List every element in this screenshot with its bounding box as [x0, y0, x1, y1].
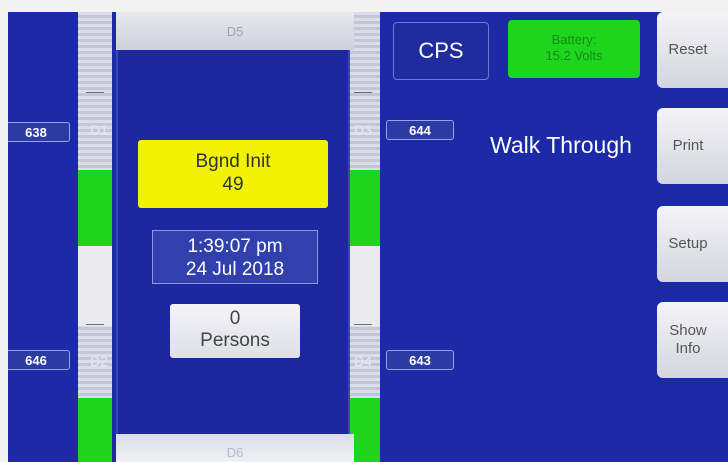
print-button[interactable]: Print	[657, 108, 728, 184]
right-detector-column	[346, 12, 380, 462]
reset-button[interactable]: Reset	[657, 12, 728, 88]
d3-count: 644	[409, 122, 431, 138]
cps-label: CPS	[418, 38, 464, 63]
d1-label: D1	[90, 122, 108, 138]
column-tick	[86, 324, 104, 325]
persons-count: 0	[229, 308, 241, 329]
d2-count: 646	[25, 352, 47, 368]
battery-line-1: Battery:	[551, 32, 597, 47]
status-line-2: 49	[222, 174, 244, 195]
left-column-gap	[78, 246, 112, 326]
clock-time: 1:39:07 pm	[187, 236, 283, 257]
column-tick	[354, 324, 372, 325]
top-detector-label: D5	[226, 23, 244, 39]
d3-level-bar	[346, 170, 380, 246]
battery-line-2: 15.2 Volts	[545, 48, 603, 63]
persons-label: Persons	[200, 330, 270, 351]
d2-level-bar	[78, 398, 112, 462]
reset-label: Reset	[668, 41, 708, 58]
column-tick	[86, 92, 104, 93]
status-line-1: Bgnd Init	[195, 151, 271, 172]
persons-box: 0 Persons	[170, 304, 300, 358]
show-info-label-2: Info	[675, 340, 701, 357]
mode-title: Walk Through	[490, 132, 632, 158]
d4-label: D4	[354, 353, 372, 369]
d4-count-box: 643	[386, 350, 454, 370]
d4-count: 643	[409, 352, 431, 368]
clock-date: 24 Jul 2018	[185, 259, 285, 280]
clock-box: 1:39:07 pm 24 Jul 2018	[152, 230, 318, 284]
d2-count-box: 646	[8, 350, 70, 370]
d3-count-box: 644	[386, 120, 454, 140]
cps-button[interactable]: CPS	[393, 22, 489, 80]
status-box: Bgnd Init 49	[138, 140, 328, 208]
d2-label: D2	[90, 353, 108, 369]
setup-label: Setup	[668, 235, 708, 252]
detector-screen: D5 D6 638 646 644 643 D1 D2 D3 D4 Bgnd I…	[8, 12, 728, 462]
print-label: Print	[672, 137, 704, 154]
column-tick	[354, 92, 372, 93]
bottom-detector-label: D6	[226, 445, 244, 460]
d3-label: D3	[354, 122, 372, 138]
d1-count-box: 638	[8, 122, 70, 142]
show-info-label-1: Show	[669, 322, 707, 339]
d1-level-bar	[78, 170, 112, 246]
right-column-gap	[346, 246, 380, 326]
setup-button[interactable]: Setup	[657, 206, 728, 282]
show-info-button[interactable]: Show Info	[657, 302, 728, 378]
d1-count: 638	[25, 124, 47, 140]
left-detector-column	[78, 12, 112, 462]
top-detector-bar: D5	[116, 12, 354, 50]
battery-indicator: Battery: 15.2 Volts	[508, 20, 640, 78]
bottom-detector-bar: D6	[116, 434, 354, 462]
